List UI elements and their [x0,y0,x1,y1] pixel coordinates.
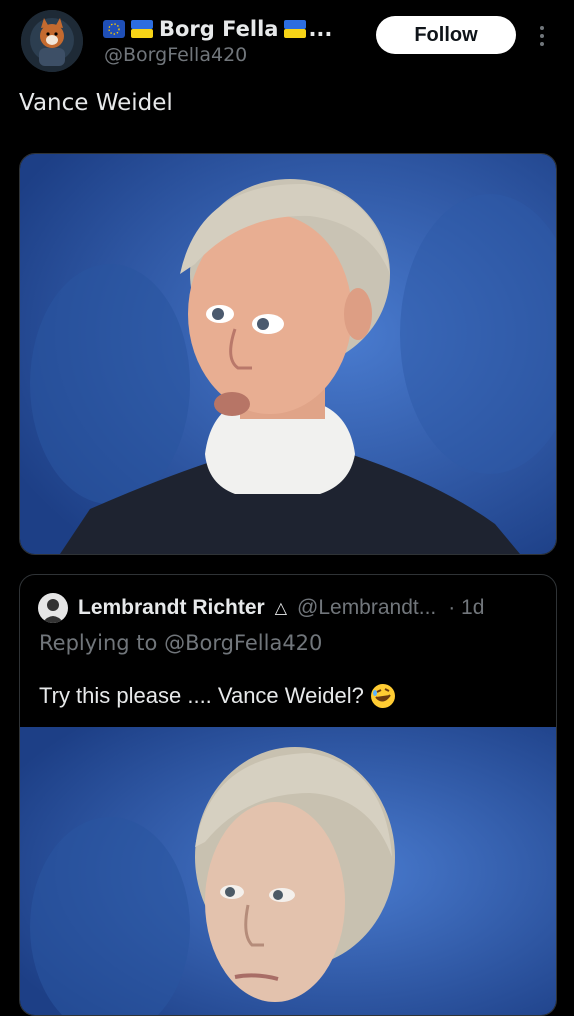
quote-author-avatar[interactable] [38,593,68,623]
ukraine-flag-icon [284,20,307,38]
quoted-tweet[interactable]: Lembrandt Richter △ @Lembrandt... · 1d R… [19,574,557,1016]
tweet-header: Borg Fella ... @BorgFella420 Follow [0,0,574,80]
replying-to: Replying to @BorgFella420 [39,631,322,655]
quote-text-row: Try this please .... Vance Weidel? [39,683,396,709]
author-name-row[interactable]: Borg Fella ... [103,14,332,44]
follow-button[interactable]: Follow [376,16,516,54]
replying-handle[interactable]: @BorgFella420 [164,631,322,655]
rolling-on-floor-laughing-icon [370,683,396,709]
quote-badge-icon: △ [274,600,288,617]
quote-text: Try this please .... Vance Weidel? [39,683,364,708]
quote-display-name: Lembrandt Richter [78,596,265,619]
ukraine-flag-icon [131,20,153,38]
quote-handle: @Lembrandt... [297,596,437,619]
quote-timestamp[interactable]: · 1d [448,596,484,620]
name-truncation: ... [308,17,333,41]
author-handle[interactable]: @BorgFella420 [104,44,247,66]
eu-flag-icon [103,20,125,38]
tweet-text: Vance Weidel [19,90,173,116]
quote-media-image[interactable] [20,727,556,1015]
replying-prefix: Replying to [39,631,165,655]
quote-author-row[interactable]: Lembrandt Richter △ @Lembrandt... · 1d [38,593,484,623]
author-display-name: Borg Fella [159,17,279,41]
tweet-media-image[interactable] [19,153,557,555]
more-options-icon[interactable] [530,22,554,50]
author-avatar[interactable] [21,10,83,72]
